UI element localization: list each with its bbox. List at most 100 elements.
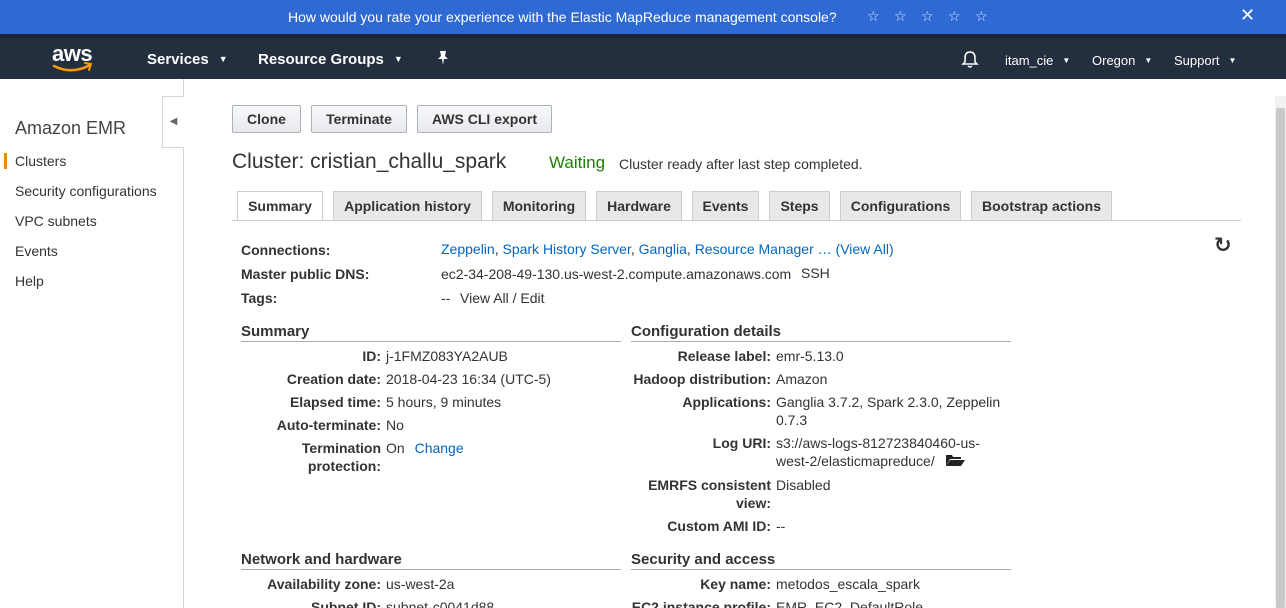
region-name: Oregon [1092,53,1136,68]
tab-bootstrap-actions[interactable]: Bootstrap actions [971,191,1112,220]
region-menu[interactable]: Oregon ▼ [1092,53,1152,68]
custom-ami-value: -- [776,518,786,534]
tab-configurations[interactable]: Configurations [840,191,961,220]
tab-monitoring[interactable]: Monitoring [492,191,586,220]
security-access-heading: Security and access [631,551,1011,570]
chevron-down-icon: ▼ [1228,56,1237,65]
pushpin-icon [438,51,448,65]
sidebar-item-vpc-subnets[interactable]: VPC subnets [0,213,183,243]
open-folder-icon[interactable] [945,453,965,467]
user-name: itam_cie [1005,53,1054,68]
spark-history-server-link[interactable]: Spark History Server [502,241,630,257]
change-termination-link[interactable]: Change [415,440,464,456]
termination-protection-state: On [386,440,405,456]
star-3-icon[interactable]: ☆ [921,8,948,25]
scrollbar-thumb[interactable] [1276,108,1285,608]
star-2-icon[interactable]: ☆ [894,8,921,25]
tags-label: Tags: [241,290,278,306]
star-1-icon[interactable]: ☆ [867,8,894,25]
page-title: Cluster: cristian_challu_spark [232,150,507,173]
aws-cli-export-button[interactable]: AWS CLI export [417,105,552,133]
star-4-icon[interactable]: ☆ [948,8,975,25]
services-label: Services [147,51,209,68]
resource-manager-link[interactable]: Resource Manager … [695,241,832,257]
notifications-bell-icon[interactable] [961,50,979,72]
sidebar-item-security-configurations[interactable]: Security configurations [0,183,183,213]
release-label-value: emr-5.13.0 [776,348,844,364]
elapsed-time-label: Elapsed time: [289,394,381,410]
subnet-id-label: Subnet ID: [311,599,381,608]
sidebar-title: Amazon EMR [15,118,127,138]
tab-summary[interactable]: Summary [237,191,323,221]
sidebar: Amazon EMR ◀ Clusters Security configura… [0,79,184,608]
pin-icon[interactable] [436,50,450,69]
ssh-link[interactable]: SSH [801,265,830,281]
log-uri-value: s3://aws-logs-812723840460-us- west-2/el… [776,434,980,470]
ec2-instance-profile-value: EMR_EC2_DefaultRole [776,599,924,608]
availability-zone-label: Availability zone: [267,576,381,592]
sidebar-item-events[interactable]: Events [0,243,183,273]
tab-application-history[interactable]: Application history [333,191,482,220]
key-name-label: Key name: [700,576,771,592]
close-banner-icon[interactable]: ✕ [1240,5,1255,26]
survey-banner: How would you rate your experience with … [0,0,1286,34]
creation-date-label: Creation date: [286,371,381,387]
zeppelin-link[interactable]: Zeppelin [441,241,495,257]
master-dns-value: ec2-34-208-49-130.us-west-2.compute.amaz… [441,266,792,282]
support-menu[interactable]: Support ▼ [1174,53,1236,68]
view-all-connections-link[interactable]: (View All) [836,241,894,257]
emrfs-value: Disabled [776,477,831,493]
log-uri-line1: s3://aws-logs-812723840460-us- [776,435,980,451]
sidebar-nav: Clusters Security configurations VPC sub… [0,153,183,303]
cluster-id-label: ID: [362,348,381,364]
services-menu[interactable]: Services ▼ [147,51,228,68]
creation-date-value: 2018-04-23 16:34 (UTC-5) [386,371,551,387]
applications-line2: 0.7.3 [776,412,808,428]
refresh-icon[interactable]: ↻ [1214,233,1232,258]
sidebar-item-clusters[interactable]: Clusters [0,153,183,183]
log-uri-label: Log URI: [712,435,771,451]
master-dns-label: Master public DNS: [241,266,370,282]
cluster-status-message: Cluster ready after last step completed. [619,156,863,172]
aws-smile-icon [52,62,93,72]
star-5-icon[interactable]: ☆ [975,8,1002,25]
elapsed-time-value: 5 hours, 9 minutes [386,394,502,410]
rating-stars[interactable]: ☆ ☆ ☆ ☆ ☆ [867,8,1002,25]
resource-groups-menu[interactable]: Resource Groups ▼ [258,51,403,68]
ec2-instance-profile-label: EC2 instance profile: [631,599,771,608]
auto-terminate-label: Auto-terminate: [276,417,381,433]
custom-ami-label: Custom AMI ID: [667,518,771,534]
tab-events[interactable]: Events [692,191,759,220]
terminate-button[interactable]: Terminate [311,105,407,133]
cluster-id-value: j-1FMZ083YA2AUB [386,348,508,364]
termination-label-line1: Termination [301,440,381,456]
log-uri-line2-row: west-2/elasticmapreduce/ [776,452,980,470]
emrfs-label-line2: view: [735,495,771,511]
aws-logo[interactable]: aws [50,41,96,74]
tab-steps[interactable]: Steps [769,191,830,220]
chevron-down-icon: ▼ [1062,56,1071,65]
sidebar-item-help[interactable]: Help [0,273,183,303]
top-navbar: aws Services ▼ Resource Groups ▼ itam_cie ▼… [0,34,1286,79]
cluster-status: Waiting [549,153,606,172]
view-edit-tags-link[interactable]: View All / Edit [460,290,545,306]
network-hardware-heading: Network and hardware [241,551,621,570]
ganglia-link[interactable]: Ganglia [639,241,687,257]
subnet-id-link[interactable]: subnet-c0041d88 [386,598,494,608]
survey-question: How would you rate your experience with … [288,9,837,25]
auto-terminate-value: No [386,417,404,433]
chevron-down-icon: ▼ [393,54,403,64]
page-scrollbar[interactable] [1275,96,1286,608]
chevron-down-icon: ▼ [1144,56,1153,65]
applications-line1: Ganglia 3.7.2, Spark 2.3.0, Zeppelin [776,394,1001,410]
log-uri-line2: west-2/elasticmapreduce/ [776,453,935,469]
emrfs-label: EMRFS consistent view: [631,476,771,512]
collapse-sidebar-icon[interactable]: ◀ [162,96,184,148]
tags-value: -- [441,290,451,306]
clone-button[interactable]: Clone [232,105,301,133]
termination-protection-label: Termination protection: [241,439,381,475]
connections-label: Connections: [241,242,331,258]
user-menu[interactable]: itam_cie ▼ [1005,53,1070,68]
summary-heading: Summary [241,323,621,342]
tab-hardware[interactable]: Hardware [596,191,682,220]
